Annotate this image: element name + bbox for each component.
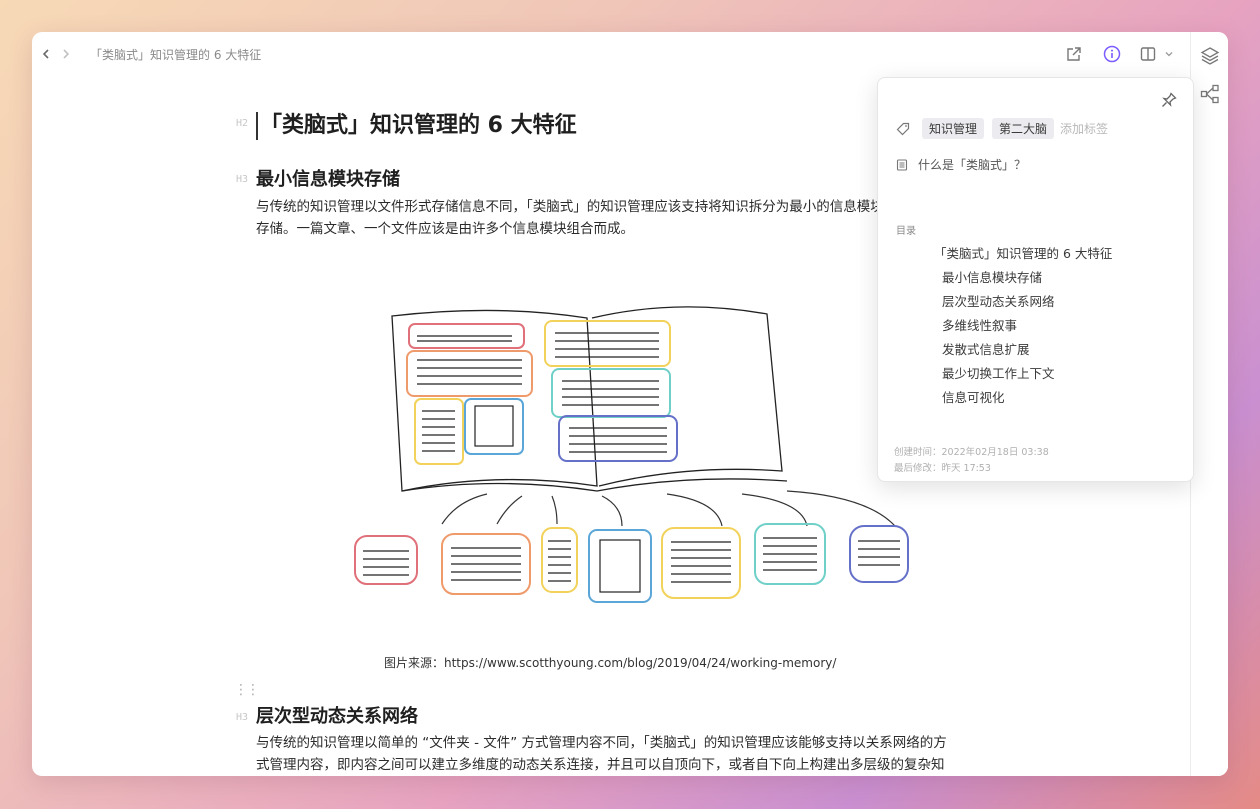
layers-icon (1200, 47, 1220, 65)
back-button[interactable] (36, 44, 56, 64)
layout-toggle-button[interactable] (1138, 44, 1176, 64)
h3-marker: H3 (236, 174, 249, 185)
breadcrumb-title: 「类脑式」知识管理的 6 大特征 (90, 47, 262, 62)
created-time: 创建时间：2022年02月18日 03:38 (894, 447, 1049, 458)
section-heading[interactable]: 最小信息模块存储 (256, 168, 400, 192)
toc-item[interactable]: 「类脑式」知识管理的 6 大特征 (934, 242, 1112, 266)
drag-handle[interactable]: ⋮⋮ (234, 682, 260, 698)
h2-marker: H2 (236, 118, 249, 129)
split-view-icon (1140, 47, 1156, 61)
section-paragraph[interactable]: 与传统的知识管理以文件形式存储信息不同，「类脑式」的知识管理应该支持将知识拆分为… (256, 196, 896, 240)
open-external-button[interactable] (1062, 44, 1086, 64)
layers-button[interactable] (1200, 46, 1220, 66)
toc-item[interactable]: 最小信息模块存储 (934, 266, 1112, 290)
summary-row[interactable]: 什么是「类脑式」？ (896, 156, 1026, 173)
graph-button[interactable] (1200, 84, 1220, 104)
tag-chip[interactable]: 知识管理 (922, 118, 985, 139)
tag-chip[interactable]: 第二大脑 (992, 118, 1055, 139)
modified-time: 最后修改：昨天 17:53 (894, 463, 991, 474)
external-link-icon (1067, 47, 1081, 61)
toc-item[interactable]: 层次型动态关系网络 (934, 290, 1112, 314)
tag-icon (896, 122, 910, 135)
image-caption: 图片来源：https://www.scotthyoung.com/blog/20… (384, 656, 837, 670)
top-bar: 「类脑式」知识管理的 6 大特征 (32, 32, 1190, 76)
summary-text: 什么是「类脑式」？ (918, 158, 1027, 172)
toc-label: 目录 (896, 226, 916, 237)
top-actions (1062, 44, 1176, 64)
memory-illustration (354, 306, 909, 603)
section-paragraph[interactable]: 与传统的知识管理以简单的 “文件夹 - 文件” 方式管理内容不同，「类脑式」的知… (256, 732, 951, 776)
toc-item[interactable]: 发散式信息扩展 (934, 338, 1112, 362)
document-icon (896, 158, 908, 171)
metadata: 创建时间：2022年02月18日 03:38 最后修改：昨天 17:53 (894, 445, 1049, 477)
forward-button[interactable] (56, 44, 76, 64)
table-of-contents: 「类脑式」知识管理的 6 大特征 最小信息模块存储 层次型动态关系网络 多维线性… (934, 242, 1112, 410)
tag-row: 知识管理 第二大脑 添加标签 (896, 118, 1108, 139)
chevron-left-icon (42, 49, 49, 59)
section-heading[interactable]: 层次型动态关系网络 (256, 705, 418, 729)
toc-item[interactable]: 多维线性叙事 (934, 314, 1112, 338)
add-tag-input[interactable]: 添加标签 (1060, 120, 1108, 137)
toc-item[interactable]: 信息可视化 (934, 386, 1112, 410)
toc-item[interactable]: 最少切换工作上下文 (934, 362, 1112, 386)
info-panel: 知识管理 第二大脑 添加标签 什么是「类脑式」？ 目录 「类脑式」知识管理的 6… (877, 77, 1194, 482)
pin-icon (1162, 92, 1177, 107)
info-button[interactable] (1100, 44, 1124, 64)
pin-button[interactable] (1161, 92, 1179, 110)
h3-marker: H3 (236, 712, 249, 723)
graph-icon (1200, 84, 1219, 104)
document-title[interactable]: 「类脑式」知识管理的 6 大特征 (256, 112, 577, 140)
right-rail (1190, 32, 1228, 776)
chevron-right-icon (63, 49, 70, 59)
info-icon (1103, 45, 1121, 63)
chevron-down-icon (1165, 52, 1173, 57)
